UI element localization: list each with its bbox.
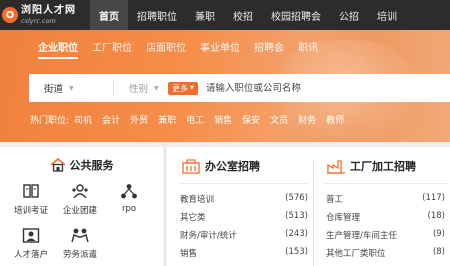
gender-select[interactable]: 性别 ▼ (114, 74, 164, 102)
service-labor-dispatch[interactable]: 劳务派遣 (63, 227, 97, 260)
hero-banner: 企业职位 工厂职位 店面职位 事业单位 招聘会 职讯 街道 ▼ 性别 ▼ 更多 ▼… (0, 30, 450, 142)
logo-title: 浏阳人才网 (21, 4, 76, 16)
gender-select-label: 性别 (129, 84, 149, 95)
hot-job-link[interactable]: 电工 (186, 113, 204, 126)
logo-domain: cslyrc.com (21, 16, 56, 25)
street-select[interactable]: 街道 ▼ (29, 74, 107, 102)
hot-jobs-label: 热门职位: (30, 116, 70, 126)
hot-job-link[interactable]: 文员 (270, 113, 288, 126)
list-item[interactable]: 仓库管理 (18) (326, 211, 445, 223)
more-filters-button[interactable]: 更多 ▼ (168, 81, 198, 95)
main-nav: 首页 招聘职位 兼职 校招 校园招聘会 公招 培训 (90, 0, 406, 30)
divider (323, 183, 448, 184)
chevron-down-icon: ▼ (154, 84, 159, 92)
nav-item-parttime[interactable]: 兼职 (186, 0, 224, 30)
service-label: 劳务派遣 (63, 250, 98, 260)
category-name: 销售 (180, 249, 198, 259)
tab-store-jobs[interactable]: 店面职位 (146, 39, 186, 59)
tab-enterprise-jobs[interactable]: 企业职位 (38, 39, 78, 59)
list-item[interactable]: 生产管理/车间主任 (9) (326, 229, 445, 241)
list-item[interactable]: 教育培训 (576) (180, 193, 308, 205)
more-filters-label: 更多 (172, 83, 188, 93)
search-bar: 街道 ▼ 性别 ▼ 更多 ▼ (29, 74, 450, 102)
tab-public-institutions[interactable]: 事业单位 (200, 39, 240, 59)
divider (179, 183, 309, 184)
hot-job-link[interactable]: 财务 (298, 113, 316, 126)
handshake-icon (71, 228, 89, 243)
tab-news[interactable]: 职讯 (298, 39, 318, 59)
category-count: (18) (427, 211, 445, 221)
list-item[interactable]: 其它类 (513) (180, 211, 308, 223)
service-label: 企业团建 (63, 206, 98, 216)
service-team-building[interactable]: 企业团建 (63, 183, 97, 216)
category-count: (9) (432, 229, 445, 239)
hot-jobs: 热门职位: 司机 会计 外贸 兼职 电工 销售 保安 文员 财务 教师 (30, 113, 354, 126)
nav-item-jobs[interactable]: 招聘职位 (128, 0, 186, 30)
nav-item-training[interactable]: 培训 (368, 0, 406, 30)
nav-item-home[interactable]: 首页 (90, 0, 128, 30)
tab-job-fair[interactable]: 招聘会 (254, 39, 284, 59)
nav-item-campus-fair[interactable]: 校园招聘会 (262, 0, 330, 30)
office-building-icon (182, 158, 200, 174)
category-count: (576) (285, 193, 308, 203)
hot-job-link[interactable]: 保安 (242, 113, 260, 126)
factory-recruitment-title[interactable]: 工厂加工招聘 (327, 158, 416, 174)
nav-item-campus[interactable]: 校招 (224, 0, 262, 30)
service-talent-settlement[interactable]: 人才落户 (14, 227, 48, 260)
tab-factory-jobs[interactable]: 工厂职位 (92, 39, 132, 59)
category-count: (153) (285, 247, 308, 257)
search-input[interactable] (205, 82, 450, 94)
public-services-title-text: 公共服务 (69, 159, 114, 172)
rpo-icon (121, 184, 137, 199)
category-name: 财务/审计/统计 (180, 231, 237, 241)
hot-job-link[interactable]: 外贸 (130, 113, 148, 126)
factory-icon (327, 159, 345, 174)
public-services-title: 公共服务 (0, 157, 163, 173)
factory-recruitment-title-text: 工厂加工招聘 (350, 160, 416, 173)
public-services-panel: 公共服务 培训考证 企业团建 rpo 人才落户 劳务派遣 (0, 147, 163, 266)
category-name: 普工 (326, 195, 344, 205)
recruitment-categories-panel: 办公室招聘 教育培训 (576) 其它类 (513) 财务/审计/统计 (243… (167, 147, 450, 266)
logo-icon: O (2, 7, 18, 23)
list-item[interactable]: 普工 (117) (326, 193, 445, 205)
category-count: (8) (432, 247, 445, 257)
chevron-down-icon: ▼ (69, 84, 74, 92)
office-recruitment-title[interactable]: 办公室招聘 (182, 158, 260, 174)
book-icon (23, 184, 39, 198)
house-icon (49, 158, 66, 172)
team-icon (72, 184, 88, 199)
hot-job-link[interactable]: 会计 (102, 113, 120, 126)
list-item[interactable]: 其他工厂类职位 (8) (326, 247, 445, 259)
category-name: 教育培训 (180, 195, 215, 205)
category-name: 其他工厂类职位 (326, 249, 386, 259)
street-select-label: 街道 (44, 84, 64, 95)
category-count: (117) (422, 193, 445, 203)
category-name: 其它类 (180, 213, 206, 223)
site-logo[interactable]: O 浏阳人才网 cslyrc.com (0, 0, 90, 30)
category-count: (243) (285, 229, 308, 239)
hot-job-link[interactable]: 销售 (214, 113, 232, 126)
list-item[interactable]: 销售 (153) (180, 247, 308, 259)
person-card-icon (22, 228, 40, 243)
category-tabs: 企业职位 工厂职位 店面职位 事业单位 招聘会 职讯 (38, 39, 332, 59)
office-recruitment-title-text: 办公室招聘 (205, 160, 260, 173)
top-navbar: O 浏阳人才网 cslyrc.com 首页 招聘职位 兼职 校招 校园招聘会 公… (0, 0, 450, 30)
nav-item-public-exam[interactable]: 公招 (330, 0, 368, 30)
service-rpo[interactable]: rpo (120, 183, 138, 214)
service-label: rpo (121, 204, 137, 214)
service-training-cert[interactable]: 培训考证 (14, 183, 48, 216)
service-label: 培训考证 (14, 206, 49, 216)
category-name: 仓库管理 (326, 213, 361, 223)
category-count: (513) (285, 211, 308, 221)
hot-job-link[interactable]: 兼职 (158, 113, 176, 126)
list-item[interactable]: 财务/审计/统计 (243) (180, 229, 308, 241)
chevron-down-icon: ▼ (190, 85, 194, 91)
category-name: 生产管理/车间主任 (326, 231, 397, 241)
service-label: 人才落户 (14, 250, 49, 260)
hot-job-link[interactable]: 司机 (74, 113, 92, 126)
column-divider (313, 160, 314, 266)
hot-job-link[interactable]: 教师 (326, 113, 344, 126)
